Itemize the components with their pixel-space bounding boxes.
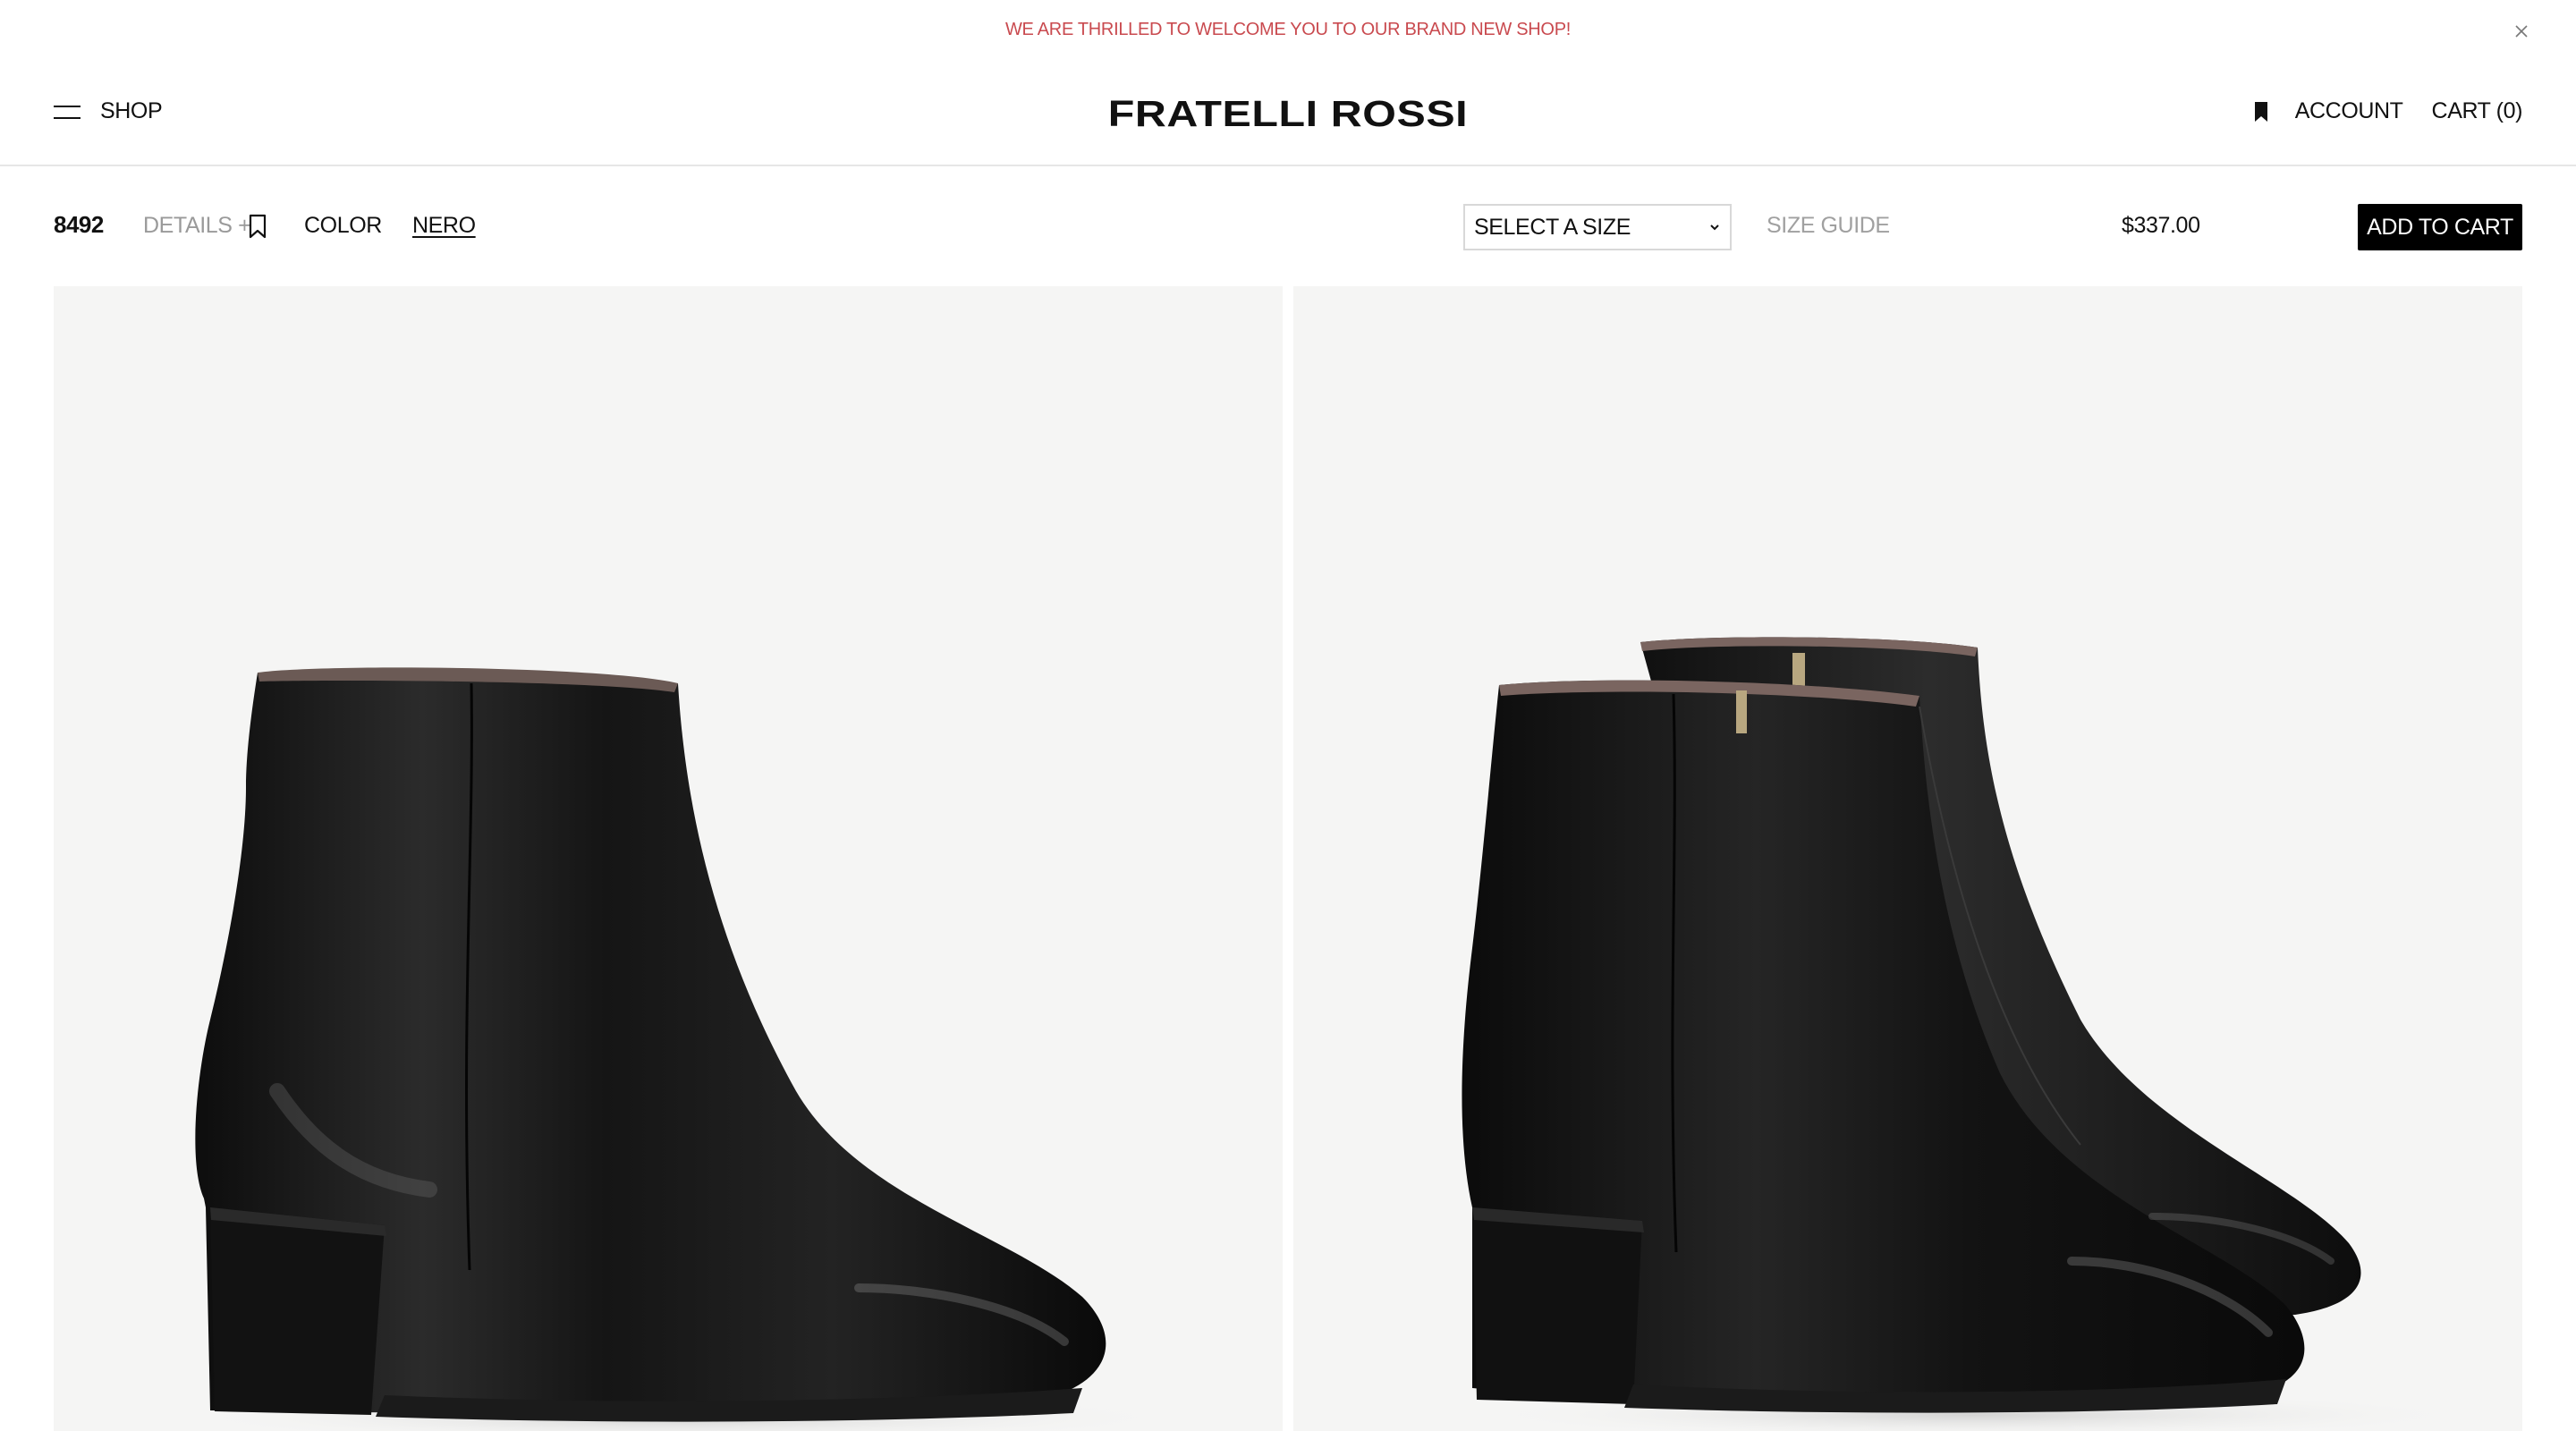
boot-side-illustration bbox=[179, 667, 1181, 1431]
product-image-pair[interactable] bbox=[1293, 286, 2522, 1431]
add-to-cart-button[interactable]: ADD TO CART bbox=[2358, 204, 2522, 250]
wishlist-bookmark-icon[interactable] bbox=[249, 214, 267, 239]
close-icon[interactable] bbox=[2512, 21, 2531, 41]
product-sku: 8492 bbox=[54, 211, 104, 238]
site-header: SHOP FRATELLI ROSSI ACCOUNT CART (0) bbox=[0, 59, 2576, 166]
size-guide-link[interactable]: SIZE GUIDE bbox=[1767, 213, 1890, 239]
color-label: COLOR bbox=[304, 213, 382, 238]
header-actions: ACCOUNT CART (0) bbox=[2254, 98, 2522, 124]
announcement-text: WE ARE THRILLED TO WELCOME YOU TO OUR BR… bbox=[1004, 19, 1571, 39]
product-gallery bbox=[54, 286, 2522, 1431]
bookmark-icon[interactable] bbox=[2254, 101, 2268, 123]
details-toggle[interactable]: DETAILS + bbox=[143, 213, 251, 239]
product-bar: 8492 DETAILS + COLOR NERO SELECT A SIZE … bbox=[0, 204, 2576, 250]
size-select-value: SELECT A SIZE bbox=[1474, 214, 1631, 240]
announcement-bar: WE ARE THRILLED TO WELCOME YOU TO OUR BR… bbox=[0, 0, 2576, 59]
brand-logo[interactable]: FRATELLI ROSSI bbox=[0, 93, 2576, 135]
product-image-side[interactable] bbox=[54, 286, 1283, 1431]
size-select[interactable]: SELECT A SIZE bbox=[1463, 204, 1732, 250]
cart-link[interactable]: CART (0) bbox=[2432, 98, 2523, 124]
boot-pair-illustration bbox=[1462, 637, 2474, 1431]
product-price: $337.00 bbox=[2122, 213, 2200, 238]
chevron-down-icon bbox=[1710, 224, 1719, 231]
account-link[interactable]: ACCOUNT bbox=[2295, 98, 2403, 124]
color-option-nero[interactable]: NERO bbox=[412, 213, 476, 239]
